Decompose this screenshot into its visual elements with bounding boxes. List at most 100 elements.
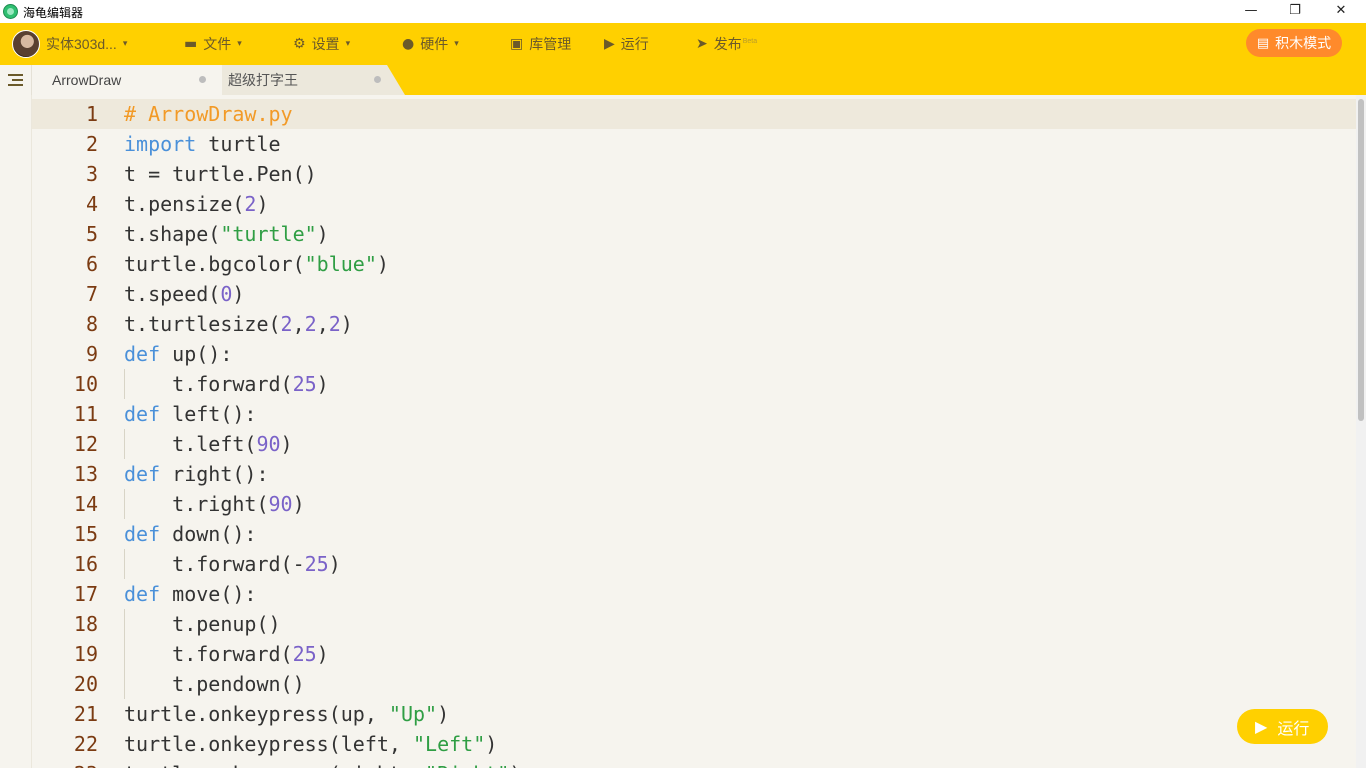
block-icon: ▤ [1256,35,1270,51]
code-line[interactable]: 23 turtle.onkeypress(right, "Right") [32,759,1356,768]
tab-label: ArrowDraw [52,72,122,88]
code-text[interactable]: def down(): [124,519,256,549]
chevron-down-icon: ▾ [122,39,128,49]
code-editor[interactable]: 1 # ArrowDraw.py 2 import turtle 3 t = turtle… [0,95,1356,768]
code-line[interactable]: 16 t.forward(-25) [32,549,1356,579]
code-line[interactable]: 14 t.right(90) [32,489,1356,519]
code-text[interactable]: turtle.onkeypress(up, "Up") [124,699,449,729]
code-line[interactable]: 15 def down(): [32,519,1356,549]
code-text[interactable]: turtle.onkeypress(left, "Left") [124,729,497,759]
code-text[interactable]: t.right(90) [124,489,304,519]
line-number: 2 [85,132,98,156]
code-line[interactable]: 21 turtle.onkeypress(up, "Up") [32,699,1356,729]
line-number: 12 [73,432,98,456]
code-text[interactable]: def up(): [124,339,232,369]
line-number: 7 [85,282,98,306]
code-text[interactable]: turtle.onkeypress(right, "Right") [124,759,521,768]
code-text[interactable]: t.forward(25) [124,369,329,399]
chevron-down-icon: ▾ [237,39,242,49]
line-number: 3 [85,162,98,186]
line-number: 6 [85,252,98,276]
code-line[interactable]: 13 def right(): [32,459,1356,489]
code-line[interactable]: 8 t.turtlesize(2,2,2) [32,309,1356,339]
code-text[interactable]: t.turtlesize(2,2,2) [124,309,353,339]
code-text[interactable]: def move(): [124,579,256,609]
code-text[interactable]: t.penup() [124,609,280,639]
line-number: 10 [73,372,98,396]
chevron-down-icon: ▾ [345,39,351,49]
code-line[interactable]: 18 t.penup() [32,609,1356,639]
code-text[interactable]: t.forward(25) [124,639,329,669]
run-toolbar-button[interactable]: ▶ 运行 [604,23,649,65]
code-text[interactable]: # ArrowDraw.py [124,99,293,129]
line-number: 13 [73,462,98,486]
code-line[interactable]: 17 def move(): [32,579,1356,609]
minimize-button[interactable]: — [1228,0,1274,23]
close-button[interactable]: ✕ [1318,0,1364,23]
code-text[interactable]: turtle.bgcolor("blue") [124,249,389,279]
code-line[interactable]: 4 t.pensize(2) [32,189,1356,219]
code-line[interactable]: 19 t.forward(25) [32,639,1356,669]
line-number: 15 [73,522,98,546]
code-line[interactable]: 3 t = turtle.Pen() [32,159,1356,189]
avatar [12,30,40,58]
line-number: 23 [32,759,98,768]
code-line[interactable]: 11 def left(): [32,399,1356,429]
window-title: 海龟编辑器 [23,6,84,20]
code-text[interactable]: def left(): [124,399,256,429]
tab-super-typing[interactable]: 超级打字王 [215,65,405,95]
line-number: 4 [85,192,98,216]
menu-lines-icon [8,74,23,76]
hardware-icon: ● [402,36,415,52]
settings-menu[interactable]: ⚙ 设置 ▾ [293,23,350,65]
code-text[interactable]: t.forward(-25) [124,549,341,579]
code-line[interactable]: 10 t.forward(25) [32,369,1356,399]
line-number: 22 [73,732,98,756]
code-line[interactable]: 5 t.shape("turtle") [32,219,1356,249]
code-line[interactable]: 20 t.pendown() [32,669,1356,699]
editor-scrollbar[interactable] [1356,95,1366,768]
code-text[interactable]: t.shape("turtle") [124,219,329,249]
send-icon: ➤ [696,36,708,52]
code-line[interactable]: 6 turtle.bgcolor("blue") [32,249,1356,279]
block-mode-label: 积木模式 [1275,35,1332,51]
code-line[interactable]: 22 turtle.onkeypress(left, "Left") [32,729,1356,759]
unsaved-dot-icon[interactable] [199,76,206,83]
code-text[interactable]: t.pensize(2) [124,189,269,219]
line-number: 17 [73,582,98,606]
code-text[interactable]: def right(): [124,459,269,489]
publish-button[interactable]: ➤ 发布 Beta [696,23,757,65]
editor-gutter [0,95,32,768]
line-number: 16 [73,552,98,576]
code-text[interactable]: t.speed(0) [124,279,244,309]
code-line[interactable]: 12 t.left(90) [32,429,1356,459]
hardware-menu-label: 硬件 [420,36,449,52]
line-number: 9 [85,342,98,366]
folder-icon: ▬ [184,36,198,52]
user-menu[interactable]: 实体303d... ▾ [12,23,127,65]
chevron-down-icon: ▾ [454,39,459,49]
code-text[interactable]: t.pendown() [124,669,304,699]
code-line[interactable]: 1 # ArrowDraw.py [32,99,1356,129]
line-number: 18 [73,612,98,636]
line-number: 14 [73,492,98,516]
code-line[interactable]: 2 import turtle [32,129,1356,159]
restore-button[interactable]: ❐ [1272,0,1318,23]
code-line[interactable]: 9 def up(): [32,339,1356,369]
file-menu[interactable]: ▬ 文件 ▾ [184,23,242,65]
unsaved-dot-icon[interactable] [374,76,381,83]
code-text[interactable]: import turtle [124,129,281,159]
run-floating-button[interactable]: ▶ 运行 [1237,709,1328,744]
publish-label: 发布 [713,36,742,52]
run-floating-label: 运行 [1277,720,1310,738]
scrollbar-thumb[interactable] [1358,99,1364,421]
code-text[interactable]: t = turtle.Pen() [124,159,317,189]
play-circle-icon: ▶ [604,36,615,52]
library-manager-button[interactable]: ▣ 库管理 [510,23,571,65]
hardware-menu[interactable]: ● 硬件 ▾ [402,23,459,65]
code-text[interactable]: t.left(90) [124,429,292,459]
sidebar-toggle-button[interactable] [0,65,32,95]
code-line[interactable]: 7 t.speed(0) [32,279,1356,309]
tab-arrowdraw[interactable]: ArrowDraw [32,65,222,95]
block-mode-button[interactable]: ▤ 积木模式 [1246,29,1342,57]
